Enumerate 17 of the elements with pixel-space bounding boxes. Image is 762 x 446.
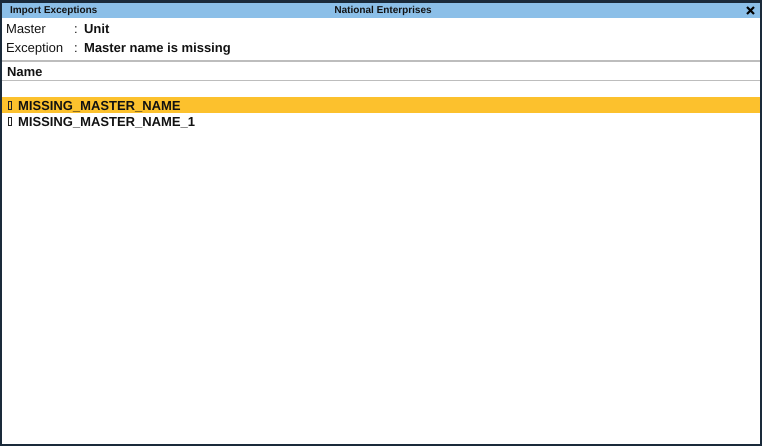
field-label: Master [6,21,47,36]
list-row[interactable]: MISSING_MASTER_NAME [2,97,760,113]
colon: : [74,40,79,55]
row-name: MISSING_MASTER_NAME [18,98,181,112]
list-row[interactable]: MISSING_MASTER_NAME_1 [2,113,760,129]
column-header: Name [2,60,760,81]
company-name: National Enterprises [334,5,432,16]
field-value: Unit [84,21,110,36]
row-name: MISSING_MASTER_NAME_1 [18,114,195,128]
bar-icon [8,116,12,126]
field-value: Master name is missing [84,40,232,55]
window-title: Import Exceptions [10,5,98,16]
colon: : [74,21,79,36]
bar-icon [8,100,12,110]
close-icon [746,6,754,15]
close-button[interactable] [744,4,756,16]
field-label: Exception [6,40,64,55]
